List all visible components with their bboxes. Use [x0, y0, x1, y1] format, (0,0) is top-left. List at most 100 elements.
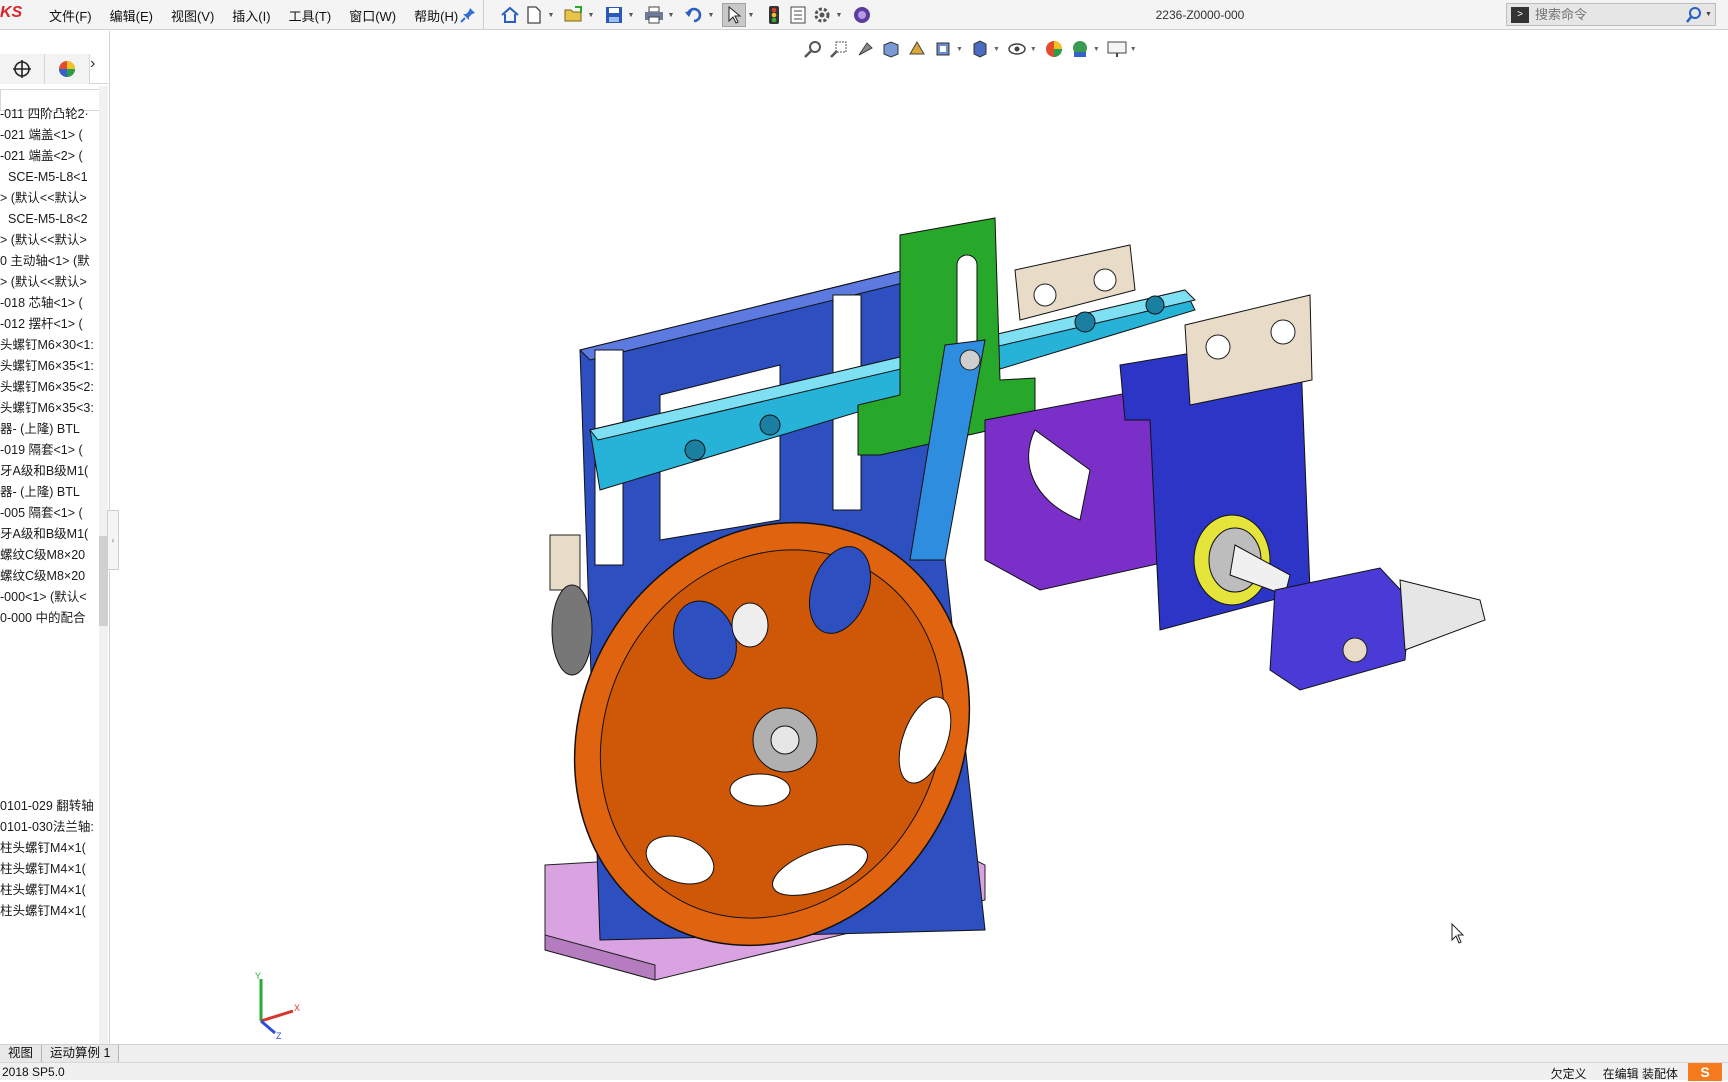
rebuild-icon[interactable]: [762, 3, 786, 27]
tree-item[interactable]: -021 端盖<1> (: [0, 125, 96, 146]
tab-model-view[interactable]: 视图: [0, 1045, 43, 1062]
configuration-manager-tab[interactable]: [0, 54, 45, 84]
bottom-tab-strip: 视图 运动算例 1: [0, 1044, 1728, 1062]
display-manager-tab[interactable]: [45, 54, 90, 84]
chevron-down-icon[interactable]: ▼: [1030, 46, 1037, 53]
search-input[interactable]: [1535, 7, 1685, 22]
chevron-down-icon[interactable]: ▼: [586, 3, 596, 27]
tree-item[interactable]: 牙A级和B级M1(: [0, 461, 96, 482]
edit-appearance-icon[interactable]: [1041, 37, 1067, 61]
tree-item[interactable]: 头螺钉M6×35<3:: [0, 398, 96, 419]
tree-item[interactable]: -005 隔套<1> (: [0, 503, 96, 524]
gripper-clamp[interactable]: [1269, 567, 1486, 691]
editing-status: 在编辑 装配体: [1602, 1067, 1678, 1081]
chevron-down-icon[interactable]: ▼: [706, 3, 716, 27]
rear-wheel[interactable]: [551, 584, 593, 676]
tree-item[interactable]: -021 端盖<2> (: [0, 146, 96, 167]
tree-item[interactable]: 螺纹C级M8×20: [0, 545, 96, 566]
definition-status: 欠定义: [1550, 1067, 1587, 1081]
previous-view-icon[interactable]: [852, 37, 878, 61]
tree-item[interactable]: > (默认<<默认>: [0, 272, 96, 293]
chevron-down-icon[interactable]: ▼: [546, 3, 556, 27]
save-icon[interactable]: [602, 3, 626, 27]
assembly-model[interactable]: [111, 31, 1728, 1044]
addins-icon[interactable]: [850, 3, 874, 27]
title-bar: KS 文件(F) 编辑(E) 视图(V) 插入(I) 工具(T) 窗口(W) 帮…: [0, 0, 1728, 30]
open-icon[interactable]: [562, 3, 586, 27]
chevron-down-icon[interactable]: ▼: [626, 3, 636, 27]
chevron-down-icon[interactable]: ▼: [993, 46, 1000, 53]
tree-item[interactable]: -018 芯轴<1> (: [0, 293, 96, 314]
tree-item[interactable]: 器- (上隆) BTL: [0, 419, 96, 440]
menu-window[interactable]: 窗口(W): [340, 6, 405, 25]
tree-item[interactable]: 螺纹C级M8×20: [0, 566, 96, 587]
undo-icon[interactable]: [682, 3, 706, 27]
search-icon[interactable]: [1685, 6, 1703, 24]
tree-item[interactable]: -019 隔套<1> (: [0, 440, 96, 461]
tree-item[interactable]: -000<1> (默认<: [0, 587, 96, 608]
select-icon[interactable]: [722, 3, 746, 27]
mouse-cursor-icon: [1451, 923, 1465, 944]
chevron-down-icon[interactable]: ▼: [666, 3, 676, 27]
app-logo[interactable]: KS: [0, 4, 22, 22]
tree-item[interactable]: > (默认<<默认>: [0, 188, 96, 209]
hide-show-items-icon[interactable]: [1004, 37, 1030, 61]
chevron-down-icon[interactable]: ▼: [834, 3, 844, 27]
home-icon[interactable]: [498, 3, 522, 27]
menu-edit[interactable]: 编辑(E): [101, 6, 162, 25]
tree-item[interactable]: 头螺钉M6×35<1:: [0, 356, 96, 377]
tree-item[interactable]: 头螺钉M6×35<2:: [0, 377, 96, 398]
tree-item[interactable]: 0101-030法兰轴:: [0, 817, 96, 838]
tree-item[interactable]: -011 四阶凸轮2·: [0, 104, 96, 125]
tree-item[interactable]: 头螺钉M6×30<1:: [0, 335, 96, 356]
chevron-down-icon[interactable]: ▼: [1130, 46, 1137, 53]
print-icon[interactable]: [642, 3, 666, 27]
tree-item[interactable]: SCE-M5-L8<2: [0, 209, 96, 230]
graphics-area[interactable]: Y X Z: [111, 31, 1728, 1044]
tree-item[interactable]: 牙A级和B级M1(: [0, 524, 96, 545]
tab-motion-study-1[interactable]: 运动算例 1: [42, 1045, 120, 1062]
document-title: 2236-Z0000-000: [1155, 8, 1245, 22]
menu-insert[interactable]: 插入(I): [223, 6, 279, 25]
menu-bar: 文件(F) 编辑(E) 视图(V) 插入(I) 工具(T) 窗口(W) 帮助(H…: [40, 0, 484, 30]
chevron-down-icon[interactable]: ▼: [1093, 46, 1100, 53]
svg-text:Y: Y: [255, 971, 261, 981]
options-icon[interactable]: [810, 3, 834, 27]
left-support-lug[interactable]: [549, 534, 581, 591]
chevron-right-icon[interactable]: ›: [90, 55, 95, 73]
tree-item[interactable]: 柱头螺钉M4×1(: [0, 901, 96, 922]
menu-help[interactable]: 帮助(H): [405, 6, 467, 25]
tree-item[interactable]: 器- (上隆) BTL: [0, 482, 96, 503]
version-label: 2018 SP5.0: [2, 1065, 65, 1079]
pivot-bolt[interactable]: [959, 349, 981, 371]
tree-item[interactable]: 0 主动轴<1> (默: [0, 251, 96, 272]
tree-item[interactable]: -012 摆杆<1> (: [0, 314, 96, 335]
tree-item[interactable]: 柱头螺钉M4×1(: [0, 838, 96, 859]
dynamic-annotation-icon[interactable]: [904, 37, 930, 61]
zoom-to-fit-icon[interactable]: [800, 37, 826, 61]
file-properties-icon[interactable]: [786, 3, 810, 27]
menu-view[interactable]: 视图(V): [162, 6, 223, 25]
chevron-down-icon[interactable]: ▼: [746, 3, 756, 27]
tree-item[interactable]: > (默认<<默认>: [0, 230, 96, 251]
tree-item[interactable]: 0-000 中的配合: [0, 608, 96, 629]
tree-item[interactable]: 柱头螺钉M4×1(: [0, 880, 96, 901]
chevron-down-icon[interactable]: ▼: [1705, 11, 1712, 18]
tree-item[interactable]: 柱头螺钉M4×1(: [0, 859, 96, 880]
tree-item[interactable]: 0101-029 翻转轴: [0, 796, 96, 817]
tree-item[interactable]: SCE-M5-L8<1: [0, 167, 96, 188]
axis-triad-icon: Y X Z: [255, 971, 300, 1041]
view-orientation-icon[interactable]: [930, 37, 956, 61]
view-settings-icon[interactable]: [1104, 37, 1130, 61]
new-document-icon[interactable]: [522, 3, 546, 27]
menu-file[interactable]: 文件(F): [40, 6, 101, 25]
search-commands-box[interactable]: > ▼: [1506, 3, 1716, 26]
display-style-icon[interactable]: [967, 37, 993, 61]
chevron-down-icon[interactable]: ▼: [956, 46, 963, 53]
input-method-icon[interactable]: S: [1688, 1063, 1722, 1081]
zoom-to-area-icon[interactable]: [826, 37, 852, 61]
apply-scene-icon[interactable]: [1067, 37, 1093, 61]
section-view-icon[interactable]: [878, 37, 904, 61]
menu-tools[interactable]: 工具(T): [280, 6, 341, 25]
pin-icon[interactable]: [460, 7, 476, 23]
